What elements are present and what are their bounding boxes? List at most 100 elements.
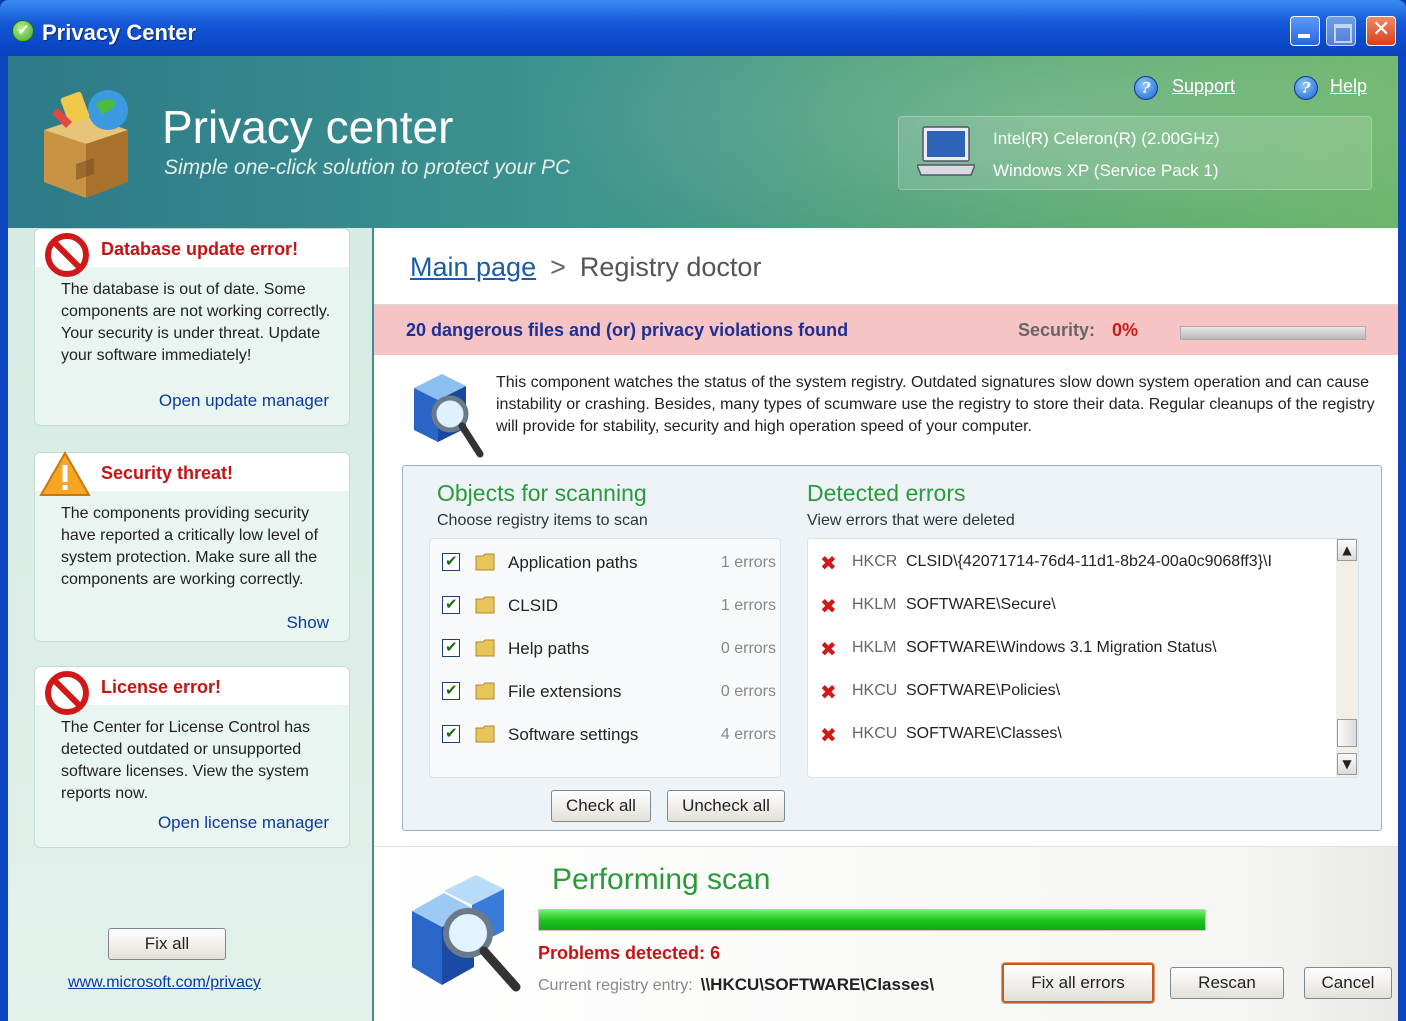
maximize-button[interactable] [1326,16,1356,46]
list-item[interactable]: ✖ HKCR CLSID\{42071714-76d4-11d1-8b24-00… [808,543,1338,583]
package-logo-icon [44,90,128,198]
no-entry-icon [45,671,89,715]
help-icon[interactable]: ? [1294,76,1318,100]
object-name: Software settings [508,725,639,744]
scan-panel: Objects for scanning Choose registry ite… [402,465,1382,831]
no-entry-icon [45,233,89,277]
alert-text: The database is out of date. Some compon… [61,281,331,364]
app-header: Privacy center Simple one-click solution… [8,56,1398,266]
checkbox[interactable] [442,552,460,571]
open-update-manager-link[interactable]: Open update manager [159,391,329,411]
folder-icon [475,639,495,657]
checkbox[interactable] [442,681,460,700]
scroll-up-button[interactable]: ▲ [1337,539,1357,561]
fix-all-button[interactable]: Fix all [108,928,226,960]
rescan-button[interactable]: Rescan [1170,967,1284,999]
registry-hive: HKLM [852,639,897,656]
folder-icon [475,596,495,614]
warning-icon [39,451,91,496]
app-tagline: Simple one-click solution to protect you… [164,156,571,179]
registry-path: SOFTWARE\Windows 3.1 Migration Status\ [906,639,1217,656]
error-x-icon: ✖ [820,637,837,661]
threat-count-text: 20 dangerous files and (or) privacy viol… [406,320,849,340]
folder-icon [475,682,495,700]
list-item[interactable]: ✖ HKCU SOFTWARE\Classes\ [808,715,1338,755]
scan-objects-list: Application paths 1 errors CLSID 1 error… [429,538,781,778]
security-meter [1180,326,1366,340]
security-value: 0% [1112,320,1139,340]
minimize-button[interactable] [1290,16,1320,46]
security-label: Security: [1018,320,1096,340]
show-link[interactable]: Show [286,613,329,633]
detected-errors-list[interactable]: ✖ HKCR CLSID\{42071714-76d4-11d1-8b24-00… [807,538,1359,778]
cancel-button[interactable]: Cancel [1304,967,1392,999]
window-title: Privacy Center [42,20,197,45]
checkbox[interactable] [442,724,460,743]
check-all-button[interactable]: Check all [551,790,651,822]
laptop-icon [917,126,975,176]
registry-path: SOFTWARE\Classes\ [906,725,1062,742]
support-icon[interactable]: ? [1134,76,1158,100]
error-x-icon: ✖ [820,551,837,575]
alert-title: Security threat! [101,463,234,483]
breadcrumb-main-page[interactable]: Main page [410,252,536,282]
list-item[interactable]: Software settings 4 errors [430,715,782,755]
shield-check-icon [12,20,34,42]
error-count: 1 errors [720,597,776,614]
registry-path: SOFTWARE\Policies\ [906,682,1061,699]
object-name: Application paths [508,553,638,572]
list-item[interactable]: ✖ HKCU SOFTWARE\Policies\ [808,672,1338,712]
folder-icon [475,553,495,571]
registry-hive: HKCR [852,553,898,570]
alert-title: License error! [101,677,222,697]
objects-subtitle: Choose registry items to scan [437,512,648,529]
app-name: Privacy center [162,101,454,153]
checkbox[interactable] [442,638,460,657]
checkbox[interactable] [442,595,460,614]
errors-subtitle: View errors that were deleted [807,512,1015,529]
registry-hive: HKCU [852,725,898,742]
errors-scrollbar[interactable]: ▲ ▼ [1336,539,1358,777]
list-item[interactable]: Application paths 1 errors [430,543,782,583]
problems-detected: Problems detected: 6 [538,943,720,964]
current-registry-entry: Current registry entry: \\HKCU\SOFTWARE\C… [538,975,988,995]
main-panel: Main page > Registry doctor 20 dangerous f… [374,228,1398,1021]
close-button[interactable] [1366,16,1396,46]
problems-label: Problems detected: [538,943,706,963]
registry-path: SOFTWARE\Secure\ [906,596,1056,613]
error-count: 0 errors [720,683,776,700]
registry-magnifier-icon [414,374,484,458]
current-entry-label: Current registry entry: [538,977,693,994]
object-name: File extensions [508,682,622,701]
error-count: 0 errors [720,640,776,657]
title-bar[interactable]: Privacy Center [0,0,1406,56]
system-info-box: Intel(R) Celeron(R) (2.00GHz) Windows XP… [898,116,1372,190]
scroll-down-button[interactable]: ▼ [1337,753,1357,775]
component-description: This component watches the status of the… [496,374,1375,435]
help-link[interactable]: Help [1330,76,1367,97]
list-item[interactable]: ✖ HKLM SOFTWARE\Windows 3.1 Migration St… [808,629,1338,669]
list-item[interactable]: Help paths 0 errors [430,629,782,669]
microsoft-privacy-link[interactable]: www.microsoft.com/privacy [68,974,261,992]
uncheck-all-button[interactable]: Uncheck all [667,790,785,822]
privacy-center-window: Privacy Center Privacy center Simple one… [0,0,1406,1021]
alert-text: The Center for License Control has detec… [61,719,311,802]
list-item[interactable]: CLSID 1 errors [430,586,782,626]
registry-scan-icon [412,875,521,992]
fix-all-errors-button[interactable]: Fix all errors [1001,962,1155,1004]
open-license-manager-link[interactable]: Open license manager [158,813,329,833]
breadcrumb-separator: > [550,252,566,282]
list-item[interactable]: ✖ HKLM SOFTWARE\Secure\ [808,586,1338,626]
current-entry-value: \\HKCU\SOFTWARE\Classes\ [700,975,935,994]
list-item[interactable]: File extensions 0 errors [430,672,782,712]
registry-hive: HKCU [852,682,898,699]
error-count: 1 errors [720,554,776,571]
scan-status-panel: Performing scan Problems detected: 6 Cur… [374,846,1398,1021]
scroll-thumb[interactable] [1337,719,1357,747]
registry-hive: HKLM [852,596,897,613]
os-info: Windows XP (Service Pack 1) [993,161,1219,180]
support-link[interactable]: Support [1172,76,1235,97]
object-name: CLSID [508,596,559,615]
error-x-icon: ✖ [820,594,837,618]
sidebar: Database update error! The database is o… [8,228,372,1021]
